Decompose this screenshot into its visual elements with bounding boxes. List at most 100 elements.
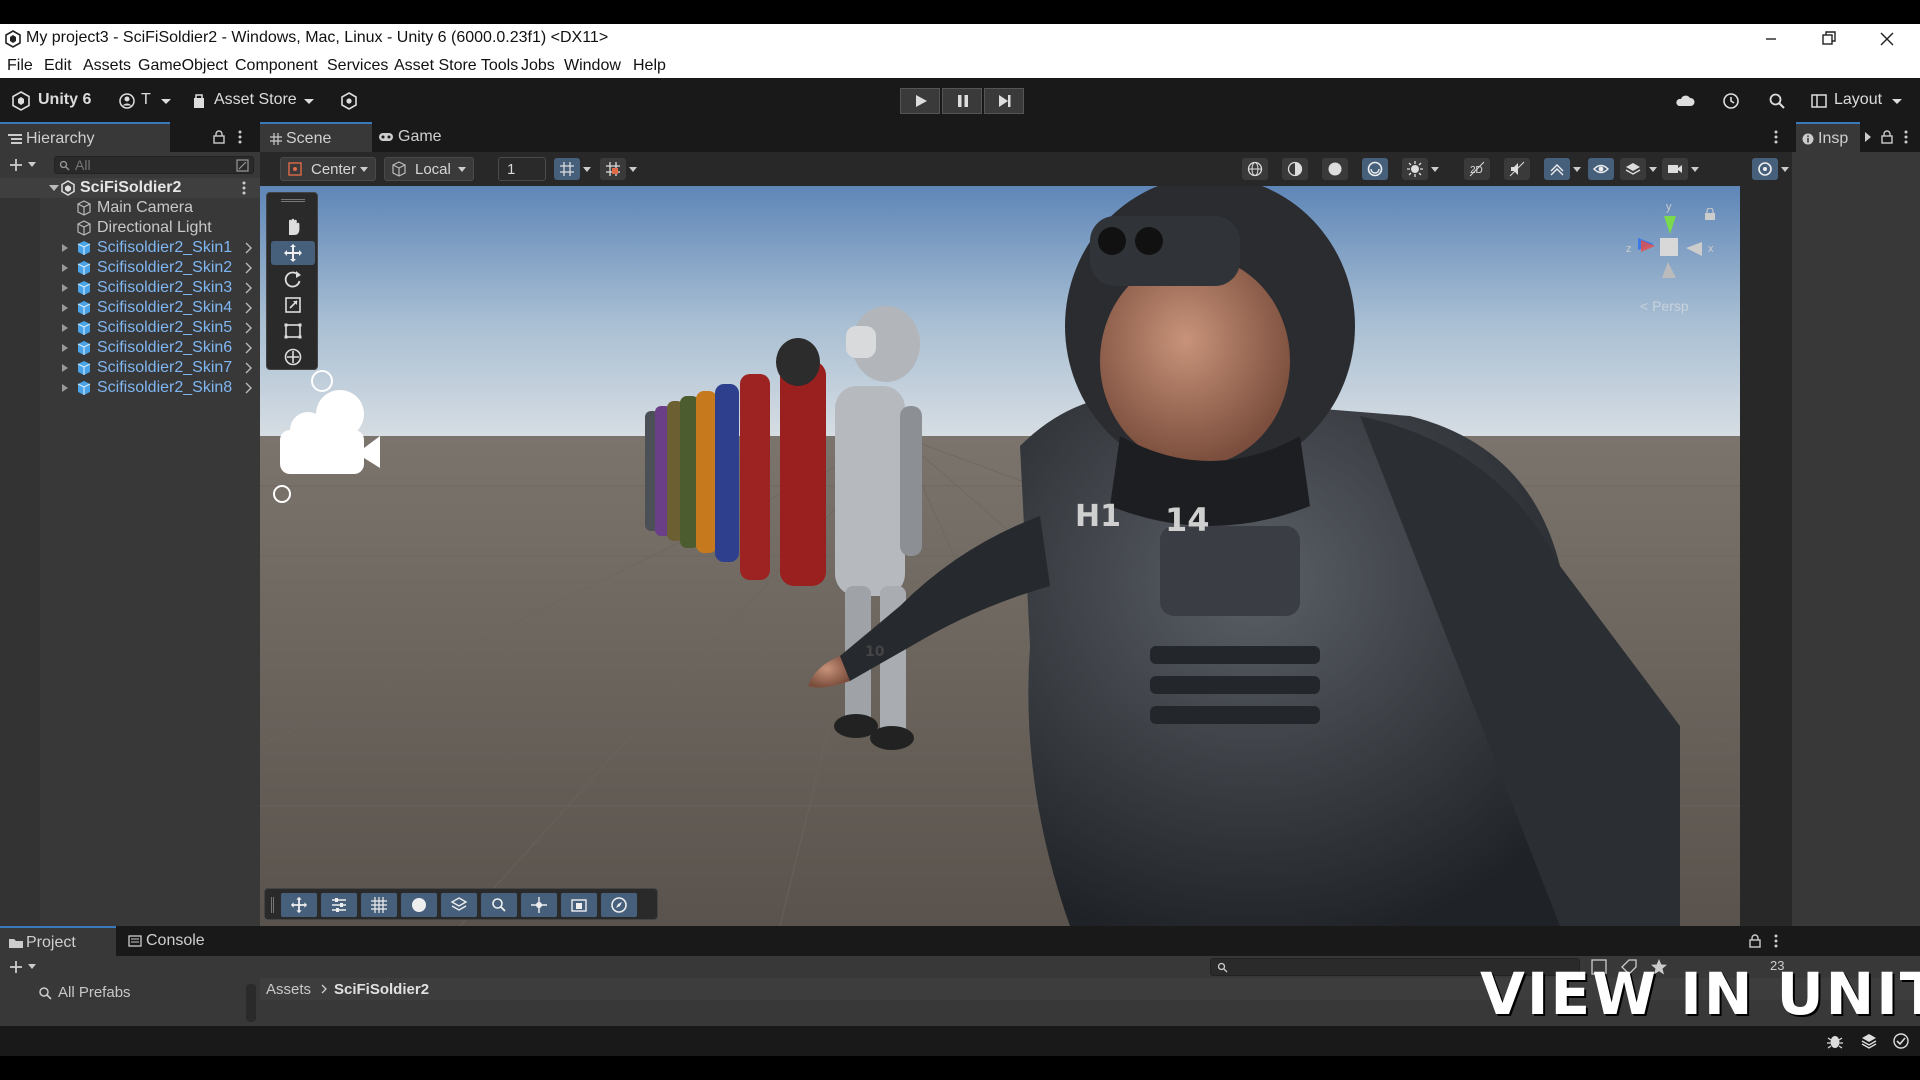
scale-tool-button[interactable] xyxy=(271,293,315,317)
chevron-down-icon[interactable] xyxy=(1780,166,1790,173)
lock-icon[interactable] xyxy=(1748,934,1762,948)
rect-tool-button[interactable] xyxy=(271,319,315,343)
effects-toggle[interactable] xyxy=(1544,158,1570,180)
breadcrumb-current-folder[interactable]: SciFiSoldier2 xyxy=(334,981,429,998)
more-options-icon[interactable] xyxy=(1772,934,1780,948)
overlay-compass-button[interactable] xyxy=(601,893,637,917)
debug-bug-icon[interactable] xyxy=(1826,1032,1844,1050)
chevron-right-icon[interactable] xyxy=(244,322,252,334)
gizmos-toggle[interactable] xyxy=(1752,158,1778,180)
layers-icon[interactable] xyxy=(1860,1032,1878,1050)
history-icon[interactable] xyxy=(1720,90,1742,112)
transform-tool-button[interactable] xyxy=(271,345,315,369)
overlay-move-button[interactable] xyxy=(281,893,317,917)
hierarchy-item-prefab[interactable]: Scifisoldier2_Skin8 xyxy=(0,378,260,398)
menu-component[interactable]: Component xyxy=(235,57,318,75)
all-prefabs-filter[interactable]: All Prefabs xyxy=(38,984,131,1001)
2d-toggle[interactable]: 2D xyxy=(1464,158,1490,180)
package-settings-icon[interactable] xyxy=(338,90,360,112)
check-circle-icon[interactable] xyxy=(1892,1032,1910,1050)
disclosure-closed-icon[interactable] xyxy=(60,323,70,333)
scene-root-row[interactable]: SciFiSoldier2 xyxy=(0,178,260,198)
overlay-pivot-button[interactable] xyxy=(521,893,557,917)
search-icon[interactable] xyxy=(1766,90,1788,112)
menu-edit[interactable]: Edit xyxy=(44,57,72,75)
disclosure-closed-icon[interactable] xyxy=(60,383,70,393)
overlay-camera-button[interactable] xyxy=(561,893,597,917)
asset-store-button[interactable]: Asset Store xyxy=(214,91,297,109)
move-tool-button[interactable] xyxy=(271,241,315,265)
lock-icon[interactable] xyxy=(212,130,226,144)
menu-jobs[interactable]: Jobs xyxy=(521,57,555,75)
chevron-down-icon[interactable] xyxy=(582,166,592,173)
overlay-snap-settings-button[interactable] xyxy=(321,893,357,917)
more-options-icon[interactable] xyxy=(1902,130,1910,144)
pivot-mode-dropdown[interactable]: Center xyxy=(280,157,376,181)
folder-tree-scrollbar[interactable] xyxy=(246,984,256,1022)
restore-icon[interactable] xyxy=(1818,28,1840,50)
play-button[interactable] xyxy=(900,88,940,114)
tab-inspector[interactable]: Insp xyxy=(1796,122,1860,152)
chevron-down-icon[interactable] xyxy=(1430,166,1440,173)
disclosure-closed-icon[interactable] xyxy=(60,343,70,353)
layers-toggle[interactable] xyxy=(1620,158,1646,180)
chevron-down-icon[interactable] xyxy=(1690,166,1700,173)
tab-hierarchy[interactable]: Hierarchy xyxy=(0,122,170,152)
hierarchy-item-prefab[interactable]: Scifisoldier2_Skin3 xyxy=(0,278,260,298)
camera-settings-toggle[interactable] xyxy=(1662,158,1688,180)
chevron-right-icon[interactable] xyxy=(244,282,252,294)
more-options-icon[interactable] xyxy=(236,130,244,144)
drag-handle[interactable] xyxy=(271,897,274,913)
close-icon[interactable] xyxy=(1876,28,1898,50)
menu-window[interactable]: Window xyxy=(564,57,621,75)
audio-toggle[interactable] xyxy=(1504,158,1530,180)
visibility-toggle[interactable] xyxy=(1588,158,1614,180)
chevron-down-icon[interactable] xyxy=(27,963,37,971)
tab-scene[interactable]: Scene xyxy=(260,122,372,152)
chevron-down-icon[interactable] xyxy=(1886,90,1908,112)
menu-gameobject[interactable]: GameObject xyxy=(138,57,228,75)
overlay-search-button[interactable] xyxy=(481,893,517,917)
chevron-right-icon[interactable] xyxy=(244,242,252,254)
chevron-right-icon[interactable] xyxy=(1864,131,1872,143)
hierarchy-item-prefab[interactable]: Scifisoldier2_Skin5 xyxy=(0,318,260,338)
shading-wireframe-toggle[interactable] xyxy=(1282,158,1308,180)
menu-file[interactable]: File xyxy=(7,57,33,75)
disclosure-closed-icon[interactable] xyxy=(60,263,70,273)
chevron-right-icon[interactable] xyxy=(244,362,252,374)
tab-project[interactable]: Project xyxy=(0,926,116,956)
step-button[interactable] xyxy=(984,88,1024,114)
disclosure-closed-icon[interactable] xyxy=(60,363,70,373)
grid-size-input[interactable]: 1 xyxy=(498,157,546,181)
increment-snap-toggle[interactable] xyxy=(600,158,626,180)
chevron-down-icon[interactable] xyxy=(155,90,177,112)
unity-version-button[interactable]: Unity 6 xyxy=(38,91,91,109)
more-options-icon[interactable] xyxy=(1772,130,1780,144)
filter-icon[interactable] xyxy=(236,159,249,172)
chevron-down-icon[interactable] xyxy=(1648,166,1658,173)
menu-asset-store-tools[interactable]: Asset Store Tools xyxy=(394,57,518,75)
hierarchy-item-prefab[interactable]: Scifisoldier2_Skin7 xyxy=(0,358,260,378)
chevron-down-icon[interactable] xyxy=(1572,166,1582,173)
hierarchy-item-main-camera[interactable]: Main Camera xyxy=(0,198,260,218)
projection-label[interactable]: < Persp xyxy=(1640,298,1689,314)
menu-assets[interactable]: Assets xyxy=(83,57,131,75)
shading-shaded-toggle[interactable] xyxy=(1322,158,1348,180)
layout-button[interactable]: Layout xyxy=(1834,91,1882,109)
global-view-toggle[interactable] xyxy=(1242,158,1268,180)
shading-lit-toggle[interactable] xyxy=(1362,158,1388,180)
minimize-icon[interactable] xyxy=(1760,28,1782,50)
menu-services[interactable]: Services xyxy=(327,57,388,75)
hand-tool-button[interactable] xyxy=(271,215,315,239)
debug-draw-toggle[interactable] xyxy=(1402,158,1428,180)
chevron-down-icon[interactable] xyxy=(27,161,37,169)
add-icon[interactable] xyxy=(8,959,24,975)
breadcrumb-assets[interactable]: Assets xyxy=(266,981,311,998)
hierarchy-item-prefab[interactable]: Scifisoldier2_Skin6 xyxy=(0,338,260,358)
cloud-icon[interactable] xyxy=(1674,90,1696,112)
disclosure-closed-icon[interactable] xyxy=(60,303,70,313)
overlay-grid-button[interactable] xyxy=(361,893,397,917)
hierarchy-item-prefab[interactable]: Scifisoldier2_Skin4 xyxy=(0,298,260,318)
tab-console[interactable]: Console xyxy=(120,926,230,956)
chevron-down-icon[interactable] xyxy=(298,90,320,112)
